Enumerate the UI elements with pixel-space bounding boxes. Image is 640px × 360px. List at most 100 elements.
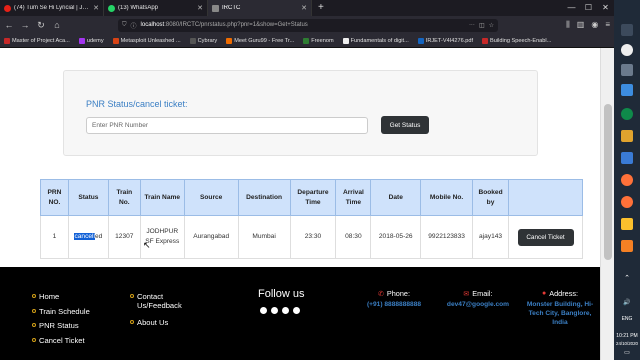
cell-arrival: 08:30	[335, 215, 372, 259]
bookmark-item[interactable]: Master of Project Aca...	[4, 37, 70, 44]
column-header-action	[508, 179, 583, 216]
account-icon[interactable]: ◉	[591, 20, 598, 30]
close-window-icon[interactable]: ✕	[597, 0, 614, 16]
sticky-notes-icon[interactable]	[621, 218, 633, 230]
maximize-icon[interactable]: ☐	[580, 0, 597, 16]
browser-nav-bar: ← → ↻ ⌂ ⛉ ⓘ localhost:8080/IRCTC/pnrstat…	[0, 16, 614, 34]
menu-icon[interactable]: ≡	[605, 20, 610, 30]
footer-link-home[interactable]: Home	[32, 292, 90, 307]
bullet-icon	[32, 323, 36, 327]
pocket-icon[interactable]: ◫	[479, 22, 485, 29]
facebook-icon[interactable]	[260, 307, 267, 314]
search-icon[interactable]	[621, 44, 633, 56]
bullet-icon	[32, 308, 36, 313]
bookmark-item[interactable]: Cybrary	[189, 37, 217, 44]
footer-link-train-schedule[interactable]: Train Schedule	[32, 307, 90, 322]
tab-title: (74) Tum Se Hi Lyricial | Jab We...	[14, 5, 90, 11]
pnr-input[interactable]	[86, 117, 368, 134]
pnr-result-table: PRN NO. Status Train No. Train Name Sour…	[40, 179, 583, 259]
store-icon[interactable]	[621, 152, 633, 164]
bookmark-item[interactable]: IRJET-V4I4276.pdf	[417, 37, 473, 44]
pnr-form-title: PNR Status/cancel ticket:	[86, 99, 188, 109]
cell-date: 2018-05-26	[370, 215, 422, 259]
notification-icon[interactable]: ▭	[614, 350, 640, 357]
column-header: PRN NO.	[40, 179, 69, 216]
table-row: 1 cancelled 12307 JODHPUR SF Express Aur…	[40, 215, 583, 259]
browser-tab-irctc[interactable]: IRCTC ✕	[208, 0, 312, 16]
twitter-icon[interactable]	[271, 307, 278, 314]
bookmark-favicon-icon	[342, 37, 349, 44]
browser-tab-youtube[interactable]: (74) Tum Se Hi Lyricial | Jab We... ✕	[0, 0, 104, 16]
mail-icon[interactable]	[621, 84, 633, 96]
browser-tab-whatsapp[interactable]: (13) WhatsApp ✕	[104, 0, 208, 16]
footer: Home Train Schedule PNR Status Cancel Ti…	[0, 267, 600, 360]
page-scrollbar[interactable]	[600, 48, 614, 360]
column-header: Status	[67, 179, 109, 216]
clock-date[interactable]: 24/10/2020	[614, 341, 640, 346]
whatsapp-icon	[108, 4, 115, 12]
more-icon[interactable]: ···	[469, 22, 475, 28]
task-view-icon[interactable]	[621, 64, 633, 76]
envelope-icon: ✉	[463, 290, 470, 298]
app-icon[interactable]	[621, 240, 633, 252]
bookmark-favicon-icon	[417, 37, 424, 44]
sidebar-icon[interactable]: ▥	[577, 20, 585, 30]
file-explorer-icon[interactable]	[621, 130, 633, 142]
follow-us-heading: Follow us	[258, 288, 305, 300]
clock-time[interactable]: 10:21 PM	[614, 333, 640, 339]
scrollbar-thumb[interactable]	[604, 104, 612, 260]
bullet-icon	[130, 294, 134, 298]
email-value: dev47@google.com	[446, 301, 510, 308]
page-icon	[212, 4, 219, 12]
selected-text: cancell	[74, 233, 95, 241]
bookmark-item[interactable]: Fundamentals of digit...	[342, 37, 409, 44]
bookmark-favicon-icon	[112, 37, 119, 44]
footer-link-contact[interactable]: Contact Us/Feedback	[130, 292, 200, 318]
footer-link-pnr-status[interactable]: PNR Status	[32, 321, 90, 336]
new-tab-button[interactable]: +	[312, 0, 330, 16]
start-icon[interactable]	[621, 24, 633, 36]
cell-booked-by: ajay143	[472, 215, 509, 259]
linkedin-icon[interactable]	[282, 307, 289, 314]
column-header: Train No.	[107, 179, 141, 216]
cancel-ticket-button[interactable]: Cancel Ticket	[517, 228, 574, 246]
shield-icon[interactable]: ⛉	[122, 22, 127, 29]
window-controls: — ☐ ✕	[563, 0, 614, 16]
bookmark-favicon-icon	[4, 37, 10, 44]
language-indicator[interactable]: ENG	[614, 316, 640, 322]
minimize-icon[interactable]: —	[563, 0, 580, 16]
bookmark-item[interactable]: udemy	[78, 37, 104, 44]
close-tab-icon[interactable]: ✕	[301, 4, 307, 12]
library-icon[interactable]: ⫼	[566, 20, 570, 30]
cell-status[interactable]: cancelled	[67, 215, 109, 259]
bookmark-item[interactable]: Building Speech-Enabl...	[482, 37, 551, 44]
reload-icon[interactable]: ↻	[36, 20, 46, 31]
bookmark-item[interactable]: Metasploit Unleashed ...	[112, 37, 181, 44]
home-icon[interactable]: ⌂	[52, 20, 62, 30]
chevron-up-icon[interactable]: ⌃	[614, 275, 640, 283]
edge-icon[interactable]	[621, 108, 633, 120]
bookmark-favicon-icon	[226, 37, 233, 44]
close-tab-icon[interactable]: ✕	[93, 4, 99, 12]
cell-destination: Mumbai	[237, 215, 291, 259]
volume-icon[interactable]: 🔊	[614, 300, 640, 307]
firefox-icon[interactable]	[621, 196, 633, 208]
pnr-form-card: PNR Status/cancel ticket: Get Status	[63, 70, 538, 156]
bookmark-item[interactable]: Meet Guru99 - Free Tr...	[226, 37, 294, 44]
bookmarks-bar: Master of Project Aca... udemy Metasploi…	[0, 34, 614, 48]
bookmark-star-icon[interactable]: ☆	[489, 22, 494, 29]
url-bar[interactable]: ⛉ ⓘ localhost:8080/IRCTC/pnrstatus.php?p…	[118, 18, 498, 32]
info-icon[interactable]: ⓘ	[131, 21, 137, 30]
back-icon[interactable]: ←	[4, 20, 14, 30]
instagram-icon[interactable]	[293, 307, 300, 314]
footer-link-cancel-ticket[interactable]: Cancel Ticket	[32, 336, 90, 351]
bookmark-item[interactable]: Freenom	[303, 37, 334, 44]
firefox-icon[interactable]	[621, 174, 633, 186]
get-status-button[interactable]: Get Status	[381, 116, 429, 134]
footer-link-about[interactable]: About Us	[130, 318, 200, 333]
bullet-icon	[130, 320, 134, 324]
forward-icon[interactable]: →	[20, 20, 30, 30]
cell-action: Cancel Ticket	[508, 215, 583, 259]
close-tab-icon[interactable]: ✕	[197, 4, 203, 12]
phone-icon: ✆	[377, 290, 384, 298]
